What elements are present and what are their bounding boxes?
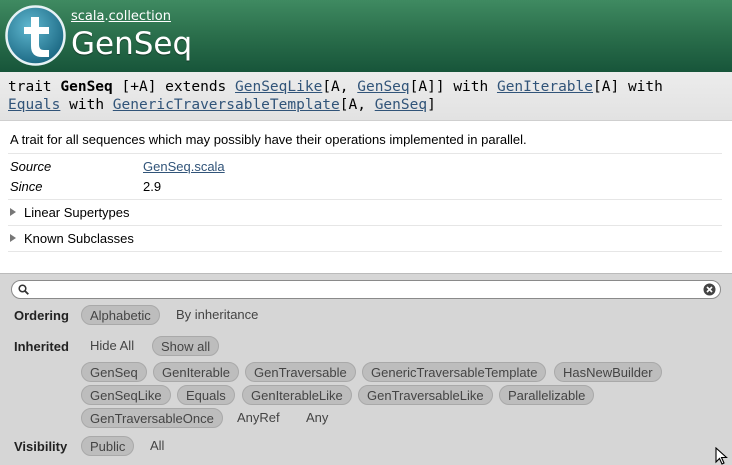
visibility-all-button[interactable]: All [142, 436, 172, 456]
inherited-item-geniterablelike[interactable]: GenIterableLike [242, 385, 352, 405]
package-link-collection[interactable]: collection [109, 9, 171, 24]
attribute-key: Source [10, 159, 52, 174]
known-subclasses-toggle[interactable]: Known Subclasses [10, 231, 134, 246]
inherited-item-anyref[interactable]: AnyRef [229, 408, 288, 428]
keyword-with: with [453, 79, 489, 95]
parent-arg-link-genseq[interactable]: GenSeq [357, 79, 409, 95]
attribute-key: Since [10, 179, 43, 194]
search-box[interactable] [11, 280, 721, 299]
type-signature: trait GenSeq [+A] extends GenSeqLike[A, … [0, 72, 732, 121]
type-comment: A trait for all sequences which may poss… [0, 121, 732, 273]
inherited-item-gentraversablelike[interactable]: GenTraversableLike [358, 385, 493, 405]
inherited-item-parallelizable[interactable]: Parallelizable [499, 385, 595, 405]
inherited-item-any[interactable]: Any [298, 408, 336, 428]
type-name: GenSeq [60, 79, 113, 95]
inherited-item-genseq[interactable]: GenSeq [81, 362, 147, 382]
inherited-item-equals[interactable]: Equals [177, 385, 235, 405]
type-arg-close: ] [427, 97, 436, 113]
member-filter-panel: Ordering Alphabetic By inheritance Inher… [0, 273, 732, 465]
search-input[interactable] [32, 282, 692, 297]
type-arg: [A] [593, 79, 620, 95]
keyword-with: with [69, 97, 105, 113]
parent-link-geniterable[interactable]: GenIterable [497, 79, 593, 95]
linear-supertypes-toggle[interactable]: Linear Supertypes [10, 205, 130, 220]
package-link-scala[interactable]: scala [71, 9, 104, 24]
trait-logo-icon [5, 5, 66, 66]
parent-link-genseqlike[interactable]: GenSeqLike [235, 79, 322, 95]
search-icon [18, 284, 29, 295]
attribute-source: Source GenSeq.scala [10, 159, 225, 174]
ordering-label: Ordering [14, 308, 69, 323]
page-header: scala.collection GenSeq [0, 0, 732, 72]
inherited-item-generictraversabletemplate[interactable]: GenericTraversableTemplate [362, 362, 547, 382]
inherited-label: Inherited [14, 339, 69, 354]
visibility-public-button[interactable]: Public [81, 436, 135, 456]
visibility-label: Visibility [14, 439, 68, 454]
expand-triangle-icon [10, 208, 16, 216]
ordering-alphabetic-button[interactable]: Alphabetic [81, 305, 160, 325]
ordering-by-inheritance-button[interactable]: By inheritance [168, 305, 266, 325]
inherited-item-genseqlike[interactable]: GenSeqLike [81, 385, 171, 405]
keyword-extends: extends [165, 79, 227, 95]
parent-link-generictraversabletemplate[interactable]: GenericTraversableTemplate [113, 97, 340, 113]
divider [8, 225, 722, 226]
package-breadcrumb: scala.collection [71, 9, 171, 24]
expand-triangle-icon [10, 234, 16, 242]
keyword-trait: trait [8, 79, 52, 95]
attribute-since: Since 2.9 [10, 179, 161, 194]
toggle-label: Linear Supertypes [24, 205, 130, 220]
hide-all-button[interactable]: Hide All [82, 336, 142, 356]
divider [8, 251, 722, 252]
inherited-item-geniterable[interactable]: GenIterable [153, 362, 239, 382]
type-arg-open: [A, [339, 97, 366, 113]
type-arg-close: [A]] [409, 79, 445, 95]
inherited-item-gentraversable[interactable]: GenTraversable [245, 362, 356, 382]
type-arg-open: [A, [322, 79, 349, 95]
divider [8, 153, 722, 154]
show-all-button[interactable]: Show all [152, 336, 220, 356]
mouse-cursor-icon [715, 447, 728, 465]
inherited-item-gentraversableonce[interactable]: GenTraversableOnce [81, 408, 223, 428]
inherited-item-hasnewbuilder[interactable]: HasNewBuilder [554, 362, 662, 382]
parent-arg-link-genseq[interactable]: GenSeq [375, 97, 427, 113]
page-title: GenSeq [71, 26, 193, 62]
clear-search-icon[interactable] [703, 283, 716, 296]
source-link[interactable]: GenSeq.scala [143, 159, 225, 174]
type-description: A trait for all sequences which may poss… [10, 132, 527, 147]
attribute-value: 2.9 [143, 179, 162, 194]
divider [8, 199, 722, 200]
parent-link-equals[interactable]: Equals [8, 97, 60, 113]
type-params: [+A] [121, 79, 157, 95]
toggle-label: Known Subclasses [24, 231, 134, 246]
keyword-with: with [627, 79, 663, 95]
